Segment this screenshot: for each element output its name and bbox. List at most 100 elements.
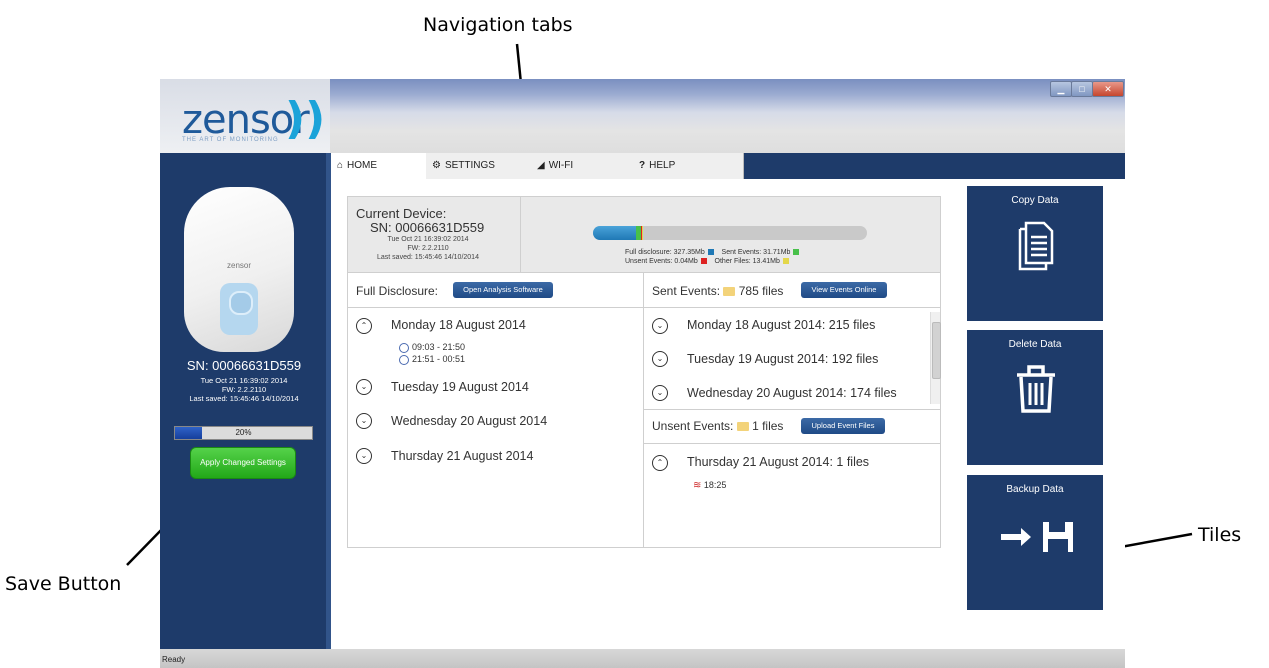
expand-chevron-icon[interactable]: ⌄ — [652, 318, 668, 334]
sent-events-label: Sent Events: — [652, 284, 721, 298]
storage-bar — [593, 226, 867, 240]
current-device-firmware: FW: 2.2.2110 — [407, 245, 449, 252]
sent-day-1[interactable]: Monday 18 August 2014: 215 files — [687, 318, 875, 332]
backup-data-label: Backup Data — [1006, 484, 1064, 495]
legend-other-files: Other Files: 13.41Mb — [714, 258, 780, 265]
upload-event-files-button[interactable]: Upload Event Files — [801, 418, 885, 434]
sent-day-2[interactable]: Tuesday 19 August 2014: 192 files — [687, 352, 878, 366]
folder-icon — [736, 422, 749, 432]
home-panel: Current Device: SN: 00066631D559 Tue Oct… — [347, 196, 941, 548]
time-range-2-label: 21:51 - 00:51 — [412, 354, 466, 364]
view-events-online-button[interactable]: View Events Online — [801, 282, 887, 298]
collapse-chevron-icon[interactable]: ⌃ — [652, 455, 668, 471]
folder-icon — [723, 287, 736, 297]
sent-events-header: Sent Events: 785 files — [652, 284, 783, 298]
collapse-chevron-icon[interactable]: ⌃ — [356, 318, 372, 334]
unsent-events-header: Unsent Events: 1 files — [652, 419, 783, 433]
logo-waves-icon: )) — [285, 93, 326, 144]
copy-data-label: Copy Data — [1011, 195, 1059, 206]
legend-unsent-swatch — [700, 258, 707, 265]
wifi-icon: ◢ — [537, 160, 545, 171]
tab-wifi-label: WI-FI — [548, 160, 574, 171]
full-day-3[interactable]: Wednesday 20 August 2014 — [391, 414, 547, 428]
unsent-event-item[interactable]: ≋ 18:25 — [693, 480, 726, 491]
gear-icon: ⚙ — [432, 160, 441, 171]
settings-progress-bar: 20% — [174, 426, 313, 440]
full-day-1[interactable]: Monday 18 August 2014 — [391, 318, 526, 332]
current-device-last-saved: Last saved: 15:45:46 14/10/2014 — [377, 254, 479, 261]
sidebar-serial: SN: 00066631D559 — [186, 358, 302, 373]
device-brand: zensor — [227, 261, 252, 270]
progress-label: 20% — [235, 428, 252, 437]
sidebar: zensor SN: 00066631D559 Tue Oct 21 16:39… — [160, 153, 328, 668]
unsent-events-count: 1 files — [752, 419, 784, 433]
sent-events-count: 785 files — [738, 284, 784, 298]
full-disclosure-label: Full Disclosure: — [356, 284, 439, 298]
open-analysis-software-button[interactable]: Open Analysis Software — [453, 282, 553, 298]
sidebar-divider — [326, 153, 331, 668]
current-device-label: Current Device: — [356, 206, 447, 221]
logo-tagline: THE ART OF MONITORING — [182, 137, 279, 143]
legend-row-1: Full disclosure: 327.35Mb Sent Events: 3… — [625, 249, 800, 256]
storage-usage: Full disclosure: 327.35Mb Sent Events: 3… — [521, 197, 940, 272]
delete-data-tile[interactable]: Delete Data — [967, 330, 1103, 465]
unsent-events-label: Unsent Events: — [652, 419, 734, 433]
close-button[interactable]: ✕ — [1092, 81, 1124, 97]
expand-chevron-icon[interactable]: ⌄ — [356, 448, 372, 464]
save-disk-icon — [1001, 522, 1073, 552]
tab-bar: ⌂ HOME ⚙ SETTINGS ◢ WI-FI ? HELP — [331, 153, 1125, 179]
full-day-2[interactable]: Tuesday 19 August 2014 — [391, 380, 529, 394]
legend-sent-events: Sent Events: 31.71Mb — [721, 249, 791, 256]
legend-unsent-events: Unsent Events: 0.04Mb — [625, 258, 698, 265]
divider — [644, 443, 940, 444]
unsent-day-1[interactable]: Thursday 21 August 2014: 1 files — [687, 455, 869, 469]
current-device-serial: SN: 00066631D559 — [370, 220, 485, 235]
tab-wifi[interactable]: ◢ WI-FI — [531, 153, 634, 179]
current-device-date: Tue Oct 21 16:39:02 2014 — [387, 236, 469, 243]
expand-chevron-icon[interactable]: ⌄ — [652, 385, 668, 401]
sent-events-scrollbar[interactable] — [930, 312, 941, 404]
time-range-2[interactable]: 21:51 - 00:51 — [399, 354, 465, 365]
trash-icon — [1017, 365, 1055, 413]
scroll-thumb[interactable] — [932, 322, 941, 379]
event-wave-icon: ≋ — [693, 480, 702, 491]
storage-other-segment — [641, 226, 644, 240]
logo-area: zensor )) THE ART OF MONITORING — [160, 79, 330, 153]
expand-chevron-icon[interactable]: ⌄ — [652, 351, 668, 367]
unsent-event-time: 18:25 — [703, 480, 727, 490]
sent-day-3[interactable]: Wednesday 20 August 2014: 174 files — [687, 386, 897, 400]
device-button — [229, 291, 253, 315]
tab-help[interactable]: ? HELP — [633, 153, 744, 179]
divider — [348, 307, 940, 308]
time-range-1[interactable]: 09:03 - 21:50 — [399, 342, 465, 353]
copy-data-tile[interactable]: Copy Data — [967, 186, 1103, 321]
tab-home[interactable]: ⌂ HOME — [331, 153, 427, 179]
maximize-button[interactable]: □ — [1071, 81, 1093, 97]
sidebar-firmware: FW: 2.2.2110 — [221, 385, 267, 394]
legend-sent-swatch — [793, 249, 800, 256]
sidebar-date: Tue Oct 21 16:39:02 2014 — [200, 376, 288, 385]
help-icon: ? — [639, 160, 646, 171]
expand-chevron-icon[interactable]: ⌄ — [356, 379, 372, 395]
legend-row-2: Unsent Events: 0.04Mb Other Files: 13.41… — [625, 258, 789, 265]
device-image: zensor — [184, 187, 294, 352]
clock-icon — [399, 342, 409, 353]
sidebar-last-saved: Last saved: 15:45:46 14/10/2014 — [189, 394, 299, 403]
minimize-button[interactable]: ▁ — [1050, 81, 1072, 97]
clock-icon — [399, 354, 409, 365]
full-day-4[interactable]: Thursday 21 August 2014 — [391, 449, 533, 463]
legend-other-swatch — [782, 258, 789, 265]
app-window: zensor )) THE ART OF MONITORING ▁ □ ✕ ze… — [160, 79, 1125, 668]
status-text: Ready — [162, 655, 186, 664]
delete-data-label: Delete Data — [1008, 339, 1062, 350]
tab-settings[interactable]: ⚙ SETTINGS — [426, 153, 532, 179]
divider — [348, 272, 940, 273]
divider — [644, 409, 940, 410]
current-device-info: Current Device: SN: 00066631D559 Tue Oct… — [348, 197, 521, 272]
apply-changed-settings-button[interactable]: Apply Changed Settings — [190, 447, 296, 479]
backup-data-tile[interactable]: Backup Data — [967, 475, 1103, 610]
tab-home-label: HOME — [347, 160, 378, 171]
expand-chevron-icon[interactable]: ⌄ — [356, 413, 372, 429]
copy-document-icon — [1018, 221, 1054, 271]
tab-help-label: HELP — [649, 160, 676, 171]
